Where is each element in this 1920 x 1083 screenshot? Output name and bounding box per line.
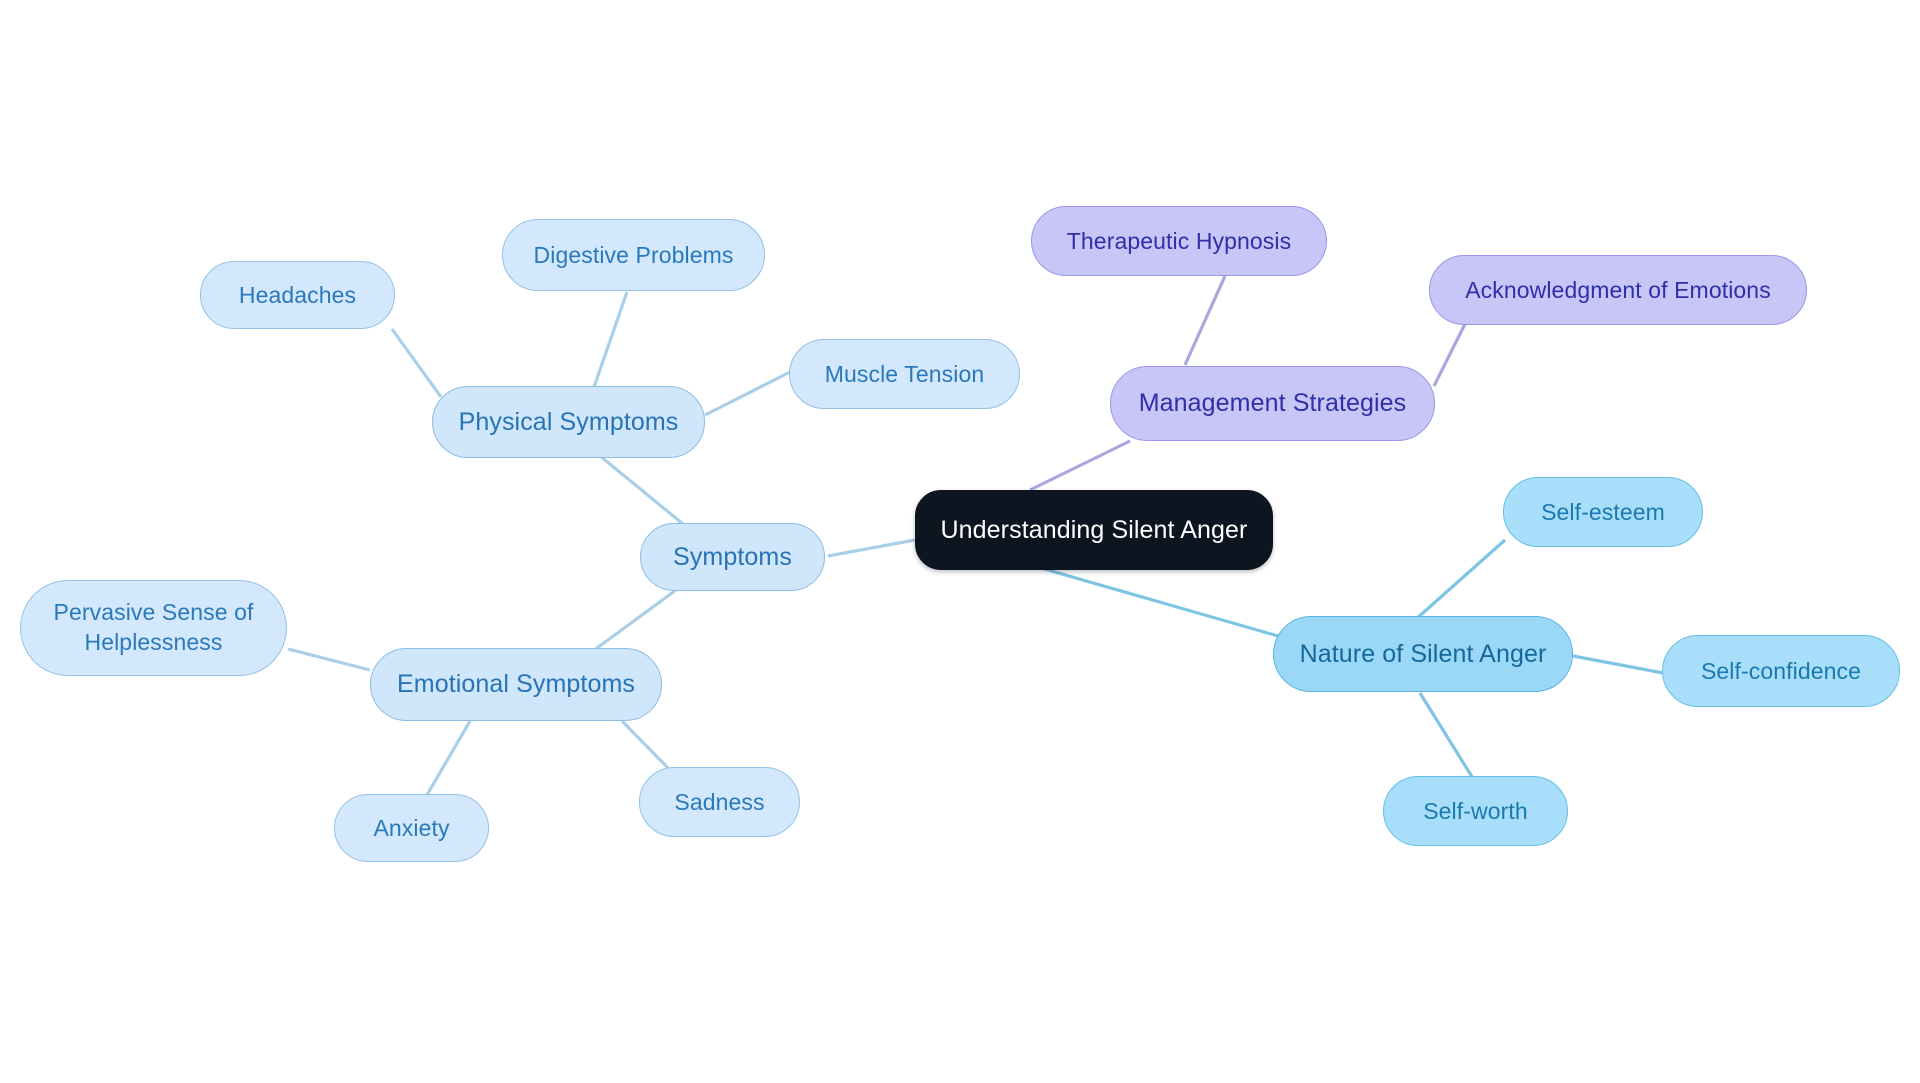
node-physical-symptoms[interactable]: Physical Symptoms (432, 386, 705, 458)
node-self-worth[interactable]: Self-worth (1383, 776, 1568, 846)
node-acknowledgment-of-emotions[interactable]: Acknowledgment of Emotions (1429, 255, 1807, 325)
node-headaches[interactable]: Headaches (200, 261, 395, 329)
edge-root-symptoms (827, 538, 916, 558)
node-self-esteem[interactable]: Self-esteem (1503, 477, 1703, 547)
edge-emotional-pervasive-helplessness (287, 647, 371, 672)
node-therapeutic-hypnosis[interactable]: Therapeutic Hypnosis (1031, 206, 1327, 276)
edge-physical-digestive-problems (592, 291, 629, 388)
node-management-strategies[interactable]: Management Strategies (1110, 366, 1435, 441)
node-sadness[interactable]: Sadness (639, 767, 800, 837)
node-anxiety[interactable]: Anxiety (334, 794, 489, 862)
node-symptoms[interactable]: Symptoms (640, 523, 825, 591)
node-root[interactable]: Understanding Silent Anger (915, 490, 1273, 570)
node-muscle-tension[interactable]: Muscle Tension (789, 339, 1020, 409)
node-pervasive-sense-of-helplessness[interactable]: Pervasive Sense of Helplessness (20, 580, 287, 676)
edge-root-management-strategies (1029, 439, 1131, 492)
edge-symptoms-physical-symptoms (598, 454, 685, 526)
edge-nature-self-esteem (1413, 538, 1507, 622)
edge-management-strategies-therapeutic-hypnosis (1183, 275, 1227, 366)
edge-root-nature-of-silent-anger (1040, 566, 1279, 638)
edge-physical-headaches (390, 328, 443, 398)
node-self-confidence[interactable]: Self-confidence (1662, 635, 1900, 707)
edge-emotional-anxiety (425, 720, 472, 796)
edge-emotional-sadness (620, 719, 670, 770)
edge-nature-self-worth (1418, 692, 1476, 781)
edge-physical-muscle-tension (704, 370, 791, 417)
mindmap-canvas: Understanding Silent Anger Management St… (0, 0, 1920, 1083)
node-emotional-symptoms[interactable]: Emotional Symptoms (370, 648, 662, 721)
node-nature-of-silent-anger[interactable]: Nature of Silent Anger (1273, 616, 1573, 692)
node-digestive-problems[interactable]: Digestive Problems (502, 219, 765, 291)
edge-nature-self-confidence (1572, 654, 1664, 675)
